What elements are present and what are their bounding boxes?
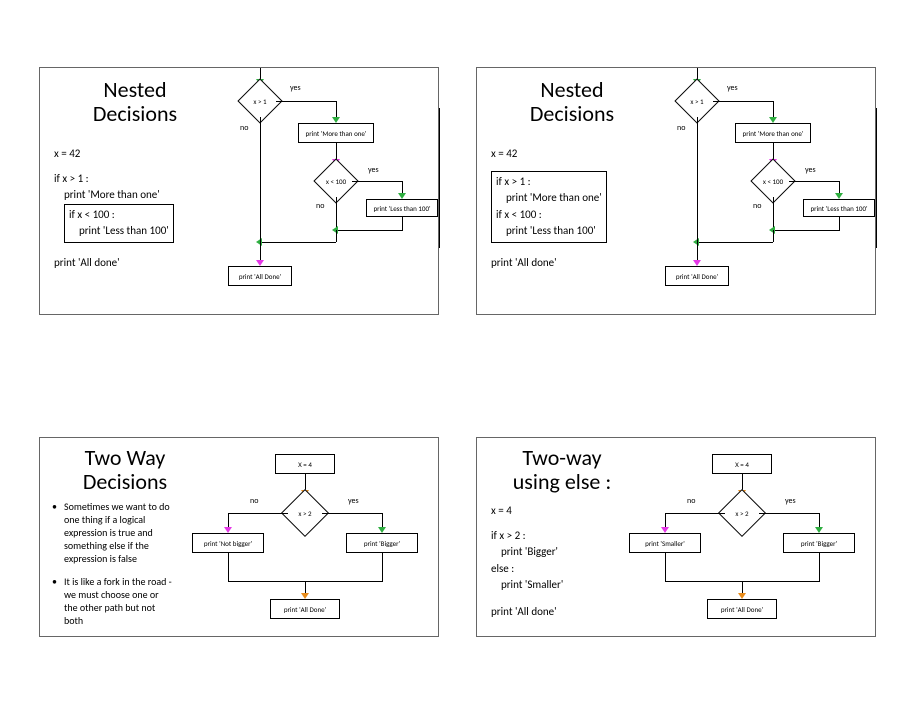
code-line: if x < 100 :	[69, 207, 169, 224]
code-block: x = 42 if x > 1 : print 'More than one' …	[54, 146, 174, 271]
code-line: print 'Less than 100'	[69, 223, 169, 240]
process-all-done: print 'All Done'	[228, 266, 292, 286]
process-assign: X = 4	[275, 454, 335, 474]
highlighted-code: if x > 1 : print 'More than one' if x < …	[491, 171, 607, 243]
slide-title: NestedDecisions	[60, 78, 210, 126]
decision-x-gt-2: x > 2	[725, 496, 759, 530]
slide-twoway-else: Two-wayusing else : x = 4 if x > 2 : pri…	[476, 437, 876, 637]
process-print-more: print 'More than one'	[298, 123, 374, 143]
arrow-left-icon	[256, 238, 262, 246]
flow-group-box	[729, 154, 877, 236]
code-line: if x > 1 :	[54, 171, 174, 188]
arrow-left-icon	[769, 226, 775, 234]
bullet-item: Sometimes we want to do one thing if a l…	[52, 500, 172, 565]
process-print-more: print 'More than one'	[735, 123, 811, 143]
code-line: print 'All done'	[491, 255, 607, 272]
process-bigger: print 'Bigger'	[783, 533, 855, 553]
code-line: print 'All done'	[491, 604, 563, 621]
label-no: no	[677, 123, 685, 133]
code-line: x = 42	[491, 146, 607, 163]
code-line: if x < 100 :	[496, 207, 602, 224]
label-yes: yes	[290, 83, 301, 93]
label-no: no	[687, 496, 695, 506]
label-yes: yes	[727, 83, 738, 93]
code-line: x = 42	[54, 146, 174, 163]
code-line: if x > 1 :	[496, 174, 602, 191]
arrow-left-icon	[693, 238, 699, 246]
process-print-less: print 'Less than 100'	[803, 199, 875, 217]
code-line: print 'Smaller'	[491, 577, 563, 594]
bullet-item: It is like a fork in the road - we must …	[52, 575, 172, 627]
code-line: print 'All done'	[54, 255, 174, 272]
slide-title: Two-wayusing else :	[492, 446, 632, 494]
decision-x-gt-1: x > 1	[681, 85, 713, 117]
flowchart: X = 4 x > 2 no yes print 'Not bigger' pr…	[180, 446, 435, 636]
slide-twoway: Two WayDecisions Sometimes we want to do…	[39, 437, 439, 637]
bullets: Sometimes we want to do one thing if a l…	[52, 500, 172, 637]
code-line: print 'More than one'	[496, 190, 602, 207]
flowchart: X = 4 x > 2 no yes print 'Smaller' print…	[617, 446, 872, 636]
process-bigger: print 'Bigger'	[346, 533, 418, 553]
code-line: print 'More than one'	[54, 187, 174, 204]
flow-group-box	[292, 154, 440, 236]
process-all-done: print 'All Done'	[270, 599, 340, 619]
code-line: print 'Less than 100'	[496, 223, 602, 240]
slide-title: Two WayDecisions	[55, 446, 195, 494]
code-line: if x > 2 :	[491, 528, 563, 545]
label-yes: yes	[805, 165, 816, 175]
process-smaller: print 'Smaller'	[629, 533, 701, 553]
highlighted-code: if x < 100 : print 'Less than 100'	[64, 204, 174, 243]
label-yes: yes	[368, 165, 379, 175]
arrow-left-icon	[332, 226, 338, 234]
decision-x-lt-100: x < 100	[320, 165, 352, 197]
process-assign: X = 4	[712, 454, 772, 474]
slide-nested-1: NestedDecisions x = 42 if x > 1 : print …	[39, 67, 439, 315]
process-not-bigger: print 'Not bigger'	[192, 533, 264, 553]
decision-x-gt-1: x > 1	[244, 85, 276, 117]
label-no: no	[753, 201, 761, 211]
slide-nested-2: NestedDecisions x = 42 if x > 1 : print …	[476, 67, 876, 315]
flowchart: x > 1 yes no print 'More than one' x < 1…	[210, 68, 440, 316]
code-line: x = 4	[491, 503, 563, 520]
code-line: print 'Bigger'	[491, 544, 563, 561]
code-block: x = 4 if x > 2 : print 'Bigger' else : p…	[491, 503, 563, 620]
flowchart: x > 1 yes no print 'More than one' x < 1…	[647, 68, 877, 316]
decision-x-lt-100: x < 100	[757, 165, 789, 197]
slide-title: NestedDecisions	[497, 78, 647, 126]
label-no: no	[240, 123, 248, 133]
process-all-done: print 'All Done'	[707, 599, 777, 619]
process-print-less: print 'Less than 100'	[366, 199, 438, 217]
label-yes: yes	[785, 496, 796, 506]
code-line: else :	[491, 561, 563, 578]
label-yes: yes	[348, 496, 359, 506]
decision-x-gt-2: x > 2	[288, 496, 322, 530]
label-no: no	[250, 496, 258, 506]
code-block: x = 42 if x > 1 : print 'More than one' …	[491, 146, 607, 271]
process-all-done: print 'All Done'	[665, 266, 729, 286]
label-no: no	[316, 201, 324, 211]
